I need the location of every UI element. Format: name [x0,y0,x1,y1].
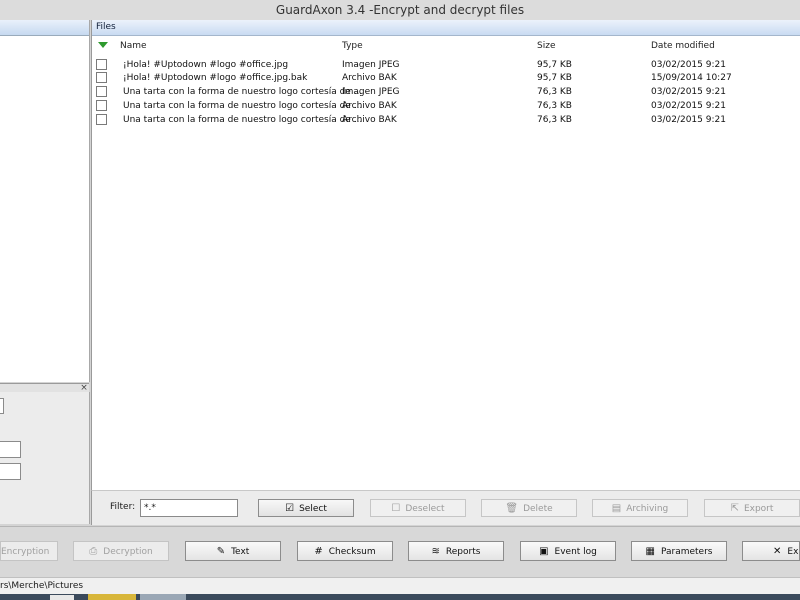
column-header-type[interactable]: Type [342,41,363,51]
folder-tree-header [0,20,89,36]
database-icon: ≋ [431,546,440,557]
exit-button-label: Ex [787,547,799,557]
close-icon: ✕ [773,546,782,557]
column-header-size[interactable]: Size [537,41,555,51]
checksum-button[interactable]: # Checksum [297,541,393,561]
sort-desc-icon[interactable] [98,42,108,48]
taskbar [0,594,800,600]
window-title: GuardAxon 3.4 -Encrypt and decrypt files [0,0,800,20]
pen-icon: ✎ [216,546,226,557]
file-date: 03/02/2015 9:21 [651,101,726,111]
trash-icon: 🗑 [505,503,519,514]
parameters-button[interactable]: ▦ Parameters [631,541,727,561]
info-field-2[interactable] [0,463,21,480]
taskbar-item[interactable] [50,595,74,600]
event-log-button[interactable]: ▣ Event log [520,541,616,561]
file-size: 95,7 KB [537,73,572,83]
checksum-button-label: Checksum [328,547,376,557]
files-panel-title: Files [92,20,800,36]
file-size: 95,7 KB [537,60,572,70]
select-button-label: Select [299,504,327,514]
file-type: Archivo BAK [342,101,397,111]
filter-input[interactable]: *.* [140,499,238,517]
file-type: Archivo BAK [342,115,397,125]
delete-button-label: Delete [523,504,553,514]
file-name[interactable]: ¡Hola! #Uptodown #logo #office.jpg.bak [123,73,307,83]
deselect-button[interactable]: ☐ Deselect [370,499,466,517]
log-icon: ▣ [539,546,549,557]
row-checkbox[interactable] [96,59,107,70]
file-type: Archivo BAK [342,73,397,83]
file-name[interactable]: Una tarta con la forma de nuestro logo c… [123,87,362,97]
status-path: rs\Merche\Pictures [0,577,800,595]
file-type: Imagen JPEG [342,60,400,70]
file-name[interactable]: ¡Hola! #Uptodown #logo #office.jpg [123,60,288,70]
text-button-label: Text [231,547,250,557]
taskbar-item[interactable] [88,594,136,600]
file-type: Imagen JPEG [342,87,400,97]
event-log-button-label: Event log [554,547,597,557]
filter-label: Filter: [110,502,136,512]
archive-icon: ▤ [611,503,622,514]
reports-button-label: Reports [445,547,481,557]
file-date: 03/02/2015 9:21 [651,115,726,125]
info-button-stub[interactable] [0,398,4,414]
close-icon[interactable]: × [80,384,88,393]
export-button[interactable]: ⇱ Export [704,499,800,517]
column-header-date[interactable]: Date modified [651,41,715,51]
unlock-icon: ⎙ [89,546,98,557]
file-date: 15/09/2014 10:27 [651,73,732,83]
info-field-1[interactable] [0,441,21,458]
delete-button[interactable]: 🗑 Delete [481,499,577,517]
export-button-label: Export [743,504,774,514]
file-name[interactable]: Una tarta con la forma de nuestro logo c… [123,115,362,125]
archiving-button[interactable]: ▤ Archiving [592,499,688,517]
column-header-name[interactable]: Name [120,41,147,51]
info-panel [0,392,90,524]
parameters-icon: ▦ [645,546,655,557]
checkbox-empty-icon: ☐ [391,503,401,514]
deselect-button-label: Deselect [405,504,445,514]
encryption-button[interactable]: Encryption [0,541,58,561]
file-size: 76,3 KB [537,115,572,125]
archiving-button-label: Archiving [626,504,669,514]
exit-button[interactable]: ✕ Ex [742,541,800,561]
file-size: 76,3 KB [537,101,572,111]
encryption-button-label: Encryption [1,547,50,557]
decryption-button[interactable]: ⎙ Decryption [73,541,169,561]
row-checkbox[interactable] [96,114,107,125]
export-icon: ⇱ [730,503,739,514]
file-size: 76,3 KB [537,87,572,97]
hash-icon: # [314,546,323,557]
row-checkbox[interactable] [96,72,107,83]
row-checkbox[interactable] [96,100,107,111]
parameters-button-label: Parameters [660,547,713,557]
reports-button[interactable]: ≋ Reports [408,541,504,561]
taskbar-item[interactable] [140,594,186,600]
text-button[interactable]: ✎ Text [185,541,281,561]
file-date: 03/02/2015 9:21 [651,87,726,97]
select-button[interactable]: ☑ Select [258,499,354,517]
decryption-button-label: Decryption [103,547,153,557]
file-name[interactable]: Una tarta con la forma de nuestro logo c… [123,101,362,111]
checkbox-icon: ☑ [285,503,295,514]
folder-tree-panel[interactable] [0,20,90,382]
file-date: 03/02/2015 9:21 [651,60,726,70]
row-checkbox[interactable] [96,86,107,97]
